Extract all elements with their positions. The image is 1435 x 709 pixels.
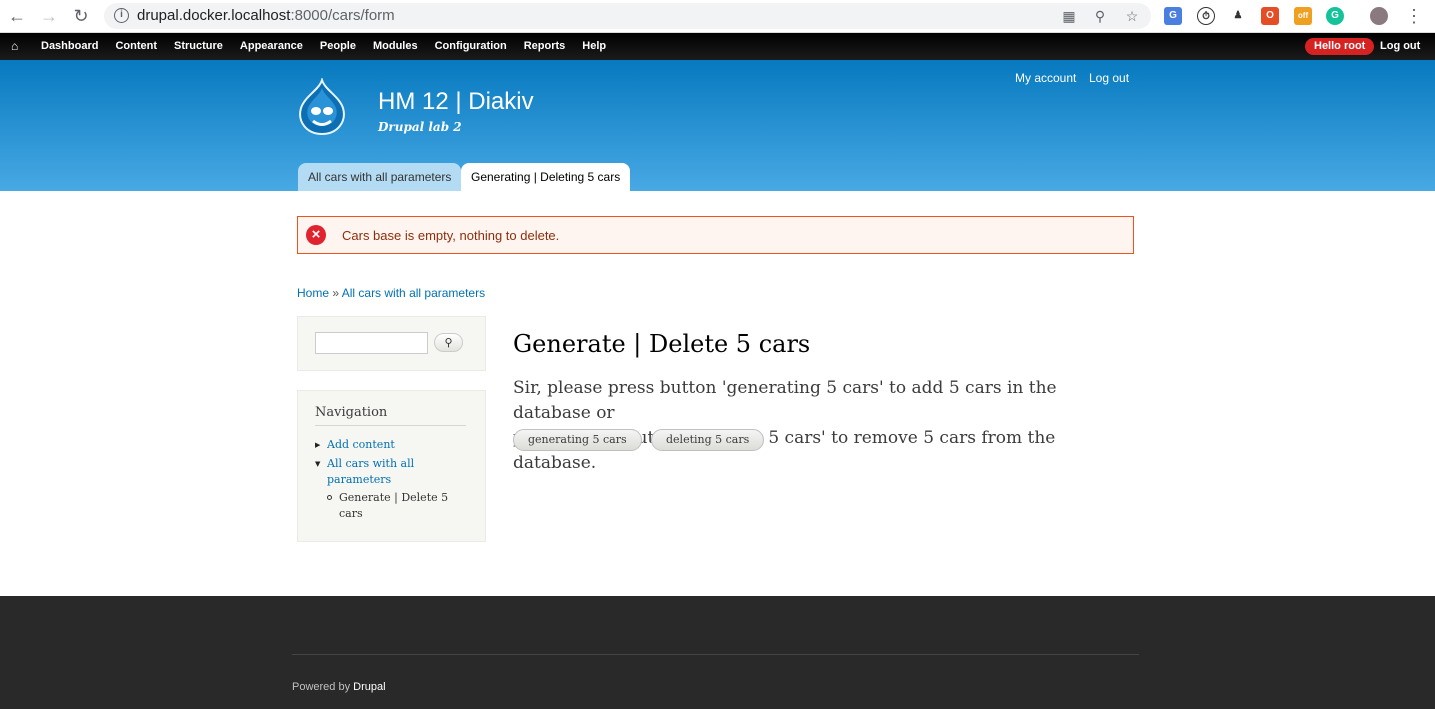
collapsed-arrow-icon: ▶ <box>315 441 321 449</box>
toolbar-item-modules[interactable]: Modules <box>373 33 418 60</box>
tab-all-cars[interactable]: All cars with all parameters <box>298 163 462 191</box>
home-icon[interactable]: ⌂ <box>11 39 18 53</box>
tab-generating-deleting[interactable]: Generating | Deleting 5 cars <box>461 163 631 191</box>
generating-5-cars-button[interactable]: generating 5 cars <box>513 429 642 451</box>
nav-item-generate-delete[interactable]: Generate | Delete 5 cars <box>339 490 448 522</box>
nav-item-add-content[interactable]: Add content <box>327 437 395 453</box>
powered-by: Powered by Drupal <box>292 681 386 693</box>
toolbar-item-people[interactable]: People <box>320 33 356 60</box>
spy-icon[interactable]: ♟ <box>1229 7 1247 25</box>
page-description: Sir, please press button 'generating 5 c… <box>513 376 1133 476</box>
search-input[interactable] <box>315 332 428 354</box>
breadcrumb-home[interactable]: Home <box>297 286 329 300</box>
avatar[interactable] <box>1370 7 1388 25</box>
site-name[interactable]: HM 12 | Diakiv <box>378 88 534 116</box>
site-slogan: Drupal lab 2 <box>378 120 462 134</box>
nav-item-all-cars[interactable]: All cars with all parameters <box>327 456 414 488</box>
site-footer: Powered by Drupal <box>0 596 1435 709</box>
footer-divider <box>292 654 1139 655</box>
star-icon[interactable]: ☆ <box>1124 8 1140 24</box>
navigation-block: Navigation ▶ Add content ▼ All cars with… <box>297 390 486 542</box>
page-description-line1: Sir, please press button 'generating 5 c… <box>513 378 1057 423</box>
toolbar-item-configuration[interactable]: Configuration <box>435 33 507 60</box>
office-icon[interactable]: O <box>1261 7 1279 25</box>
toolbar-item-appearance[interactable]: Appearance <box>240 33 303 60</box>
admin-menu: Dashboard Content Structure Appearance P… <box>41 33 623 60</box>
browser-bar: ← → ↻ i drupal.docker.localhost:8000/car… <box>0 0 1435 33</box>
breadcrumb-separator: » <box>332 286 340 300</box>
drupal-link[interactable]: Drupal <box>353 681 385 693</box>
zoom-icon[interactable]: ⚲ <box>1092 8 1108 24</box>
info-icon[interactable]: i <box>114 8 129 23</box>
admin-toolbar: ⌂ Dashboard Content Structure Appearance… <box>0 33 1435 60</box>
header-logout-link[interactable]: Log out <box>1089 71 1129 85</box>
search-icon: ⚲ <box>444 337 453 349</box>
toolbar-item-structure[interactable]: Structure <box>174 33 223 60</box>
nav-item-generate-delete-line1: Generate | Delete 5 <box>339 491 449 504</box>
error-message: × Cars base is empty, nothing to delete. <box>297 216 1134 254</box>
error-icon: × <box>306 225 326 245</box>
toolbar-logout-link[interactable]: Log out <box>1380 33 1420 60</box>
translate-icon[interactable]: ▦ <box>1061 8 1077 24</box>
toolbar-item-reports[interactable]: Reports <box>524 33 566 60</box>
drupal-logo-icon[interactable] <box>295 78 349 138</box>
kebab-menu-icon[interactable]: ⋮ <box>1403 5 1425 27</box>
search-button[interactable]: ⚲ <box>434 333 463 352</box>
url-text[interactable]: drupal.docker.localhost:8000/cars/form <box>137 7 395 24</box>
powered-by-label: Powered by <box>292 681 351 693</box>
breadcrumb: Home » All cars with all parameters <box>297 286 485 300</box>
hello-user-badge[interactable]: Hello root <box>1305 38 1375 55</box>
navigation-divider <box>315 425 466 426</box>
grammarly-icon[interactable]: G <box>1326 7 1344 25</box>
toolbar-item-dashboard[interactable]: Dashboard <box>41 33 98 60</box>
search-block: ⚲ <box>297 316 486 371</box>
error-message-text: Cars base is empty, nothing to delete. <box>342 228 560 243</box>
leaf-bullet-icon <box>327 495 332 500</box>
toolbar-item-help[interactable]: Help <box>582 33 606 60</box>
deleting-5-cars-button[interactable]: deleting 5 cars <box>651 429 765 451</box>
breadcrumb-all-cars[interactable]: All cars with all parameters <box>342 286 485 300</box>
page-title: Generate | Delete 5 cars <box>513 330 811 358</box>
back-arrow-icon[interactable]: ← <box>6 5 28 27</box>
off-extension-icon[interactable]: off <box>1294 7 1312 25</box>
site-header <box>0 60 1435 191</box>
google-translate-icon[interactable]: G <box>1164 7 1182 25</box>
nav-item-all-cars-line2: parameters <box>327 473 392 486</box>
my-account-link[interactable]: My account <box>1015 71 1076 85</box>
expanded-arrow-icon: ▼ <box>315 460 321 468</box>
navigation-title: Navigation <box>315 405 388 420</box>
address-bar[interactable]: i drupal.docker.localhost:8000/cars/form… <box>104 3 1151 29</box>
nav-item-all-cars-line1: All cars with all <box>327 457 415 470</box>
forward-arrow-icon[interactable]: → <box>38 5 60 27</box>
toolbar-item-content[interactable]: Content <box>115 33 157 60</box>
timer-icon[interactable]: ⏱ <box>1197 7 1215 25</box>
nav-item-generate-delete-line2: cars <box>339 507 363 520</box>
reload-icon[interactable]: ↻ <box>70 5 92 27</box>
